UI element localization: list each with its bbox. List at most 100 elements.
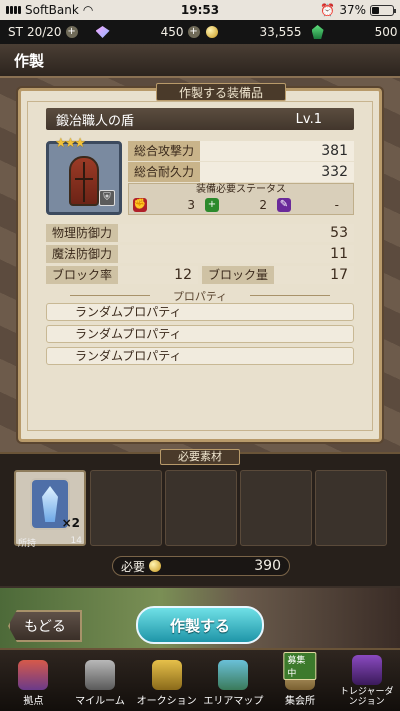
- rarity-stars: ★★★: [55, 136, 86, 151]
- stamina-value: 20/20: [26, 25, 62, 39]
- bottom-nav: 拠点 マイルーム オークション エリアマップ 募集中 集会所 トレジャーダンジョ…: [0, 648, 400, 711]
- item-level: Lv.1: [295, 111, 322, 127]
- battery-percent: 37%: [339, 3, 366, 17]
- nav-label: 拠点: [23, 696, 44, 707]
- owned-count: 所持 14: [14, 536, 86, 550]
- material-slot-1[interactable]: ×2: [14, 470, 86, 546]
- magic-defense-value: 11: [118, 245, 354, 263]
- nav-item-area-map[interactable]: エリアマップ: [200, 650, 267, 711]
- nav-label: エリアマップ: [203, 696, 264, 707]
- battery-icon: [370, 4, 396, 16]
- dungeon-icon: [351, 655, 382, 685]
- screen-title: 作製: [14, 51, 45, 70]
- magic-defense-row: 魔法防御力 11: [46, 245, 354, 263]
- req-red-value: 3: [187, 198, 195, 212]
- material-slot-4[interactable]: [240, 470, 312, 546]
- battery-area: ⏰ 37%: [320, 3, 396, 17]
- block-rate-row: ブロック率 12: [46, 266, 198, 284]
- total-attack-value: 381: [200, 141, 354, 161]
- carrier-name: SoftBank: [25, 3, 79, 17]
- block-amount-row: ブロック量 17: [202, 266, 354, 284]
- req-green-value: 2: [259, 198, 267, 212]
- block-rate-value: 12: [118, 266, 198, 284]
- wifi-icon: ◠: [82, 3, 94, 17]
- property-row[interactable]: ランダムプロパティ: [46, 303, 354, 321]
- magic-icon: ✎: [277, 198, 291, 212]
- required-status-items: ✊ 3 + 2 ✎ -: [129, 196, 353, 214]
- lock-icon: [151, 660, 182, 690]
- owned-value: 14: [70, 536, 82, 546]
- screen-header: 作製: [0, 44, 400, 78]
- nav-item-treasure-dungeon[interactable]: トレジャーダンジョン: [333, 650, 400, 711]
- required-status-title: 装備必要ステータス: [196, 184, 286, 195]
- gold-counter: 33,555: [205, 25, 302, 39]
- block-rate-label: ブロック率: [46, 266, 119, 284]
- sword-icon: [85, 660, 115, 690]
- panel-title: 作製する装備品: [156, 83, 286, 101]
- cost-value: 390: [254, 558, 281, 574]
- properties-title: プロパティ: [172, 290, 228, 303]
- item-icon[interactable]: ★★★ ⛨: [46, 136, 122, 215]
- gem-value: 450: [160, 25, 184, 39]
- material-slot-2[interactable]: [90, 470, 162, 546]
- gem-plus-icon[interactable]: +: [187, 26, 200, 38]
- gold-coin-icon: [149, 560, 162, 572]
- stamina-plus-icon[interactable]: +: [65, 26, 78, 38]
- nav-item-gathering[interactable]: 募集中 集会所: [267, 650, 334, 711]
- signal-icon: [6, 6, 21, 14]
- gold-value: 33,555: [259, 25, 302, 39]
- nav-item-base[interactable]: 拠点: [0, 650, 67, 711]
- alarm-icon: ⏰: [320, 3, 336, 17]
- property-row[interactable]: ランダムプロパティ: [46, 347, 354, 365]
- req-green: + 2: [205, 198, 277, 212]
- materials-title: 必要素材: [160, 449, 240, 465]
- green-stone-icon: [311, 25, 324, 39]
- nav-label: マイルーム: [75, 696, 125, 707]
- back-button[interactable]: もどる: [8, 610, 82, 642]
- req-purple: ✎ -: [277, 198, 349, 212]
- total-defense-row: 総合耐久力 332: [128, 162, 354, 182]
- stamina-label: ST: [8, 25, 23, 39]
- magic-defense-label: 魔法防御力: [46, 245, 119, 263]
- material-quantity: ×2: [61, 516, 80, 530]
- craft-button[interactable]: 作製する: [136, 606, 264, 644]
- status-bar: SoftBank ◠ 19:53 ⏰ 37%: [0, 0, 400, 20]
- stamina-counter: ST 20/20 +: [8, 25, 78, 39]
- nav-label: トレジャーダンジョン: [339, 687, 394, 707]
- req-red: ✊ 3: [133, 198, 205, 212]
- green-stone-counter: 500: [311, 25, 398, 39]
- material-slot-5[interactable]: [315, 470, 387, 546]
- block-amount-value: 17: [274, 266, 354, 284]
- cost-label: 必要: [121, 559, 146, 574]
- carrier: SoftBank ◠: [6, 3, 93, 17]
- nav-label: 集会所: [285, 696, 316, 707]
- nav-item-auction[interactable]: オークション: [133, 650, 200, 711]
- req-purple-value: -: [334, 198, 339, 212]
- strength-icon: ✊: [133, 198, 147, 212]
- total-attack-row: 総合攻撃力 381: [128, 141, 354, 161]
- phys-defense-value: 53: [118, 224, 354, 242]
- block-amount-label: ブロック量: [202, 266, 275, 284]
- phys-defense-row: 物理防御力 53: [46, 224, 354, 242]
- total-attack-label: 総合攻撃力: [128, 141, 201, 161]
- phys-defense-label: 物理防御力: [46, 224, 119, 242]
- resource-bar: ST 20/20 + 450 + 33,555 500: [0, 20, 400, 44]
- nav-item-myroom[interactable]: マイルーム: [67, 650, 134, 711]
- material-slot-3[interactable]: [165, 470, 237, 546]
- shield-icon: [69, 156, 99, 206]
- gem-icon: [95, 26, 110, 38]
- map-icon: [218, 660, 249, 690]
- nav-label: オークション: [136, 696, 197, 707]
- property-row[interactable]: ランダムプロパティ: [46, 325, 354, 343]
- base-icon: [18, 660, 49, 690]
- gem-counter: 450 +: [95, 25, 200, 39]
- item-name: 鍛冶職人の盾: [56, 113, 135, 129]
- owned-label: 所持: [18, 539, 37, 549]
- item-name-bar: 鍛冶職人の盾 Lv.1: [46, 108, 354, 130]
- recruiting-badge: 募集中: [283, 652, 317, 680]
- green-stone-value: 500: [374, 25, 398, 39]
- total-durability-value: 332: [200, 162, 354, 182]
- gold-coin-icon: [205, 26, 218, 38]
- required-status-box: 装備必要ステータス ✊ 3 + 2 ✎ -: [128, 183, 354, 215]
- back-button-label: もどる: [24, 619, 66, 635]
